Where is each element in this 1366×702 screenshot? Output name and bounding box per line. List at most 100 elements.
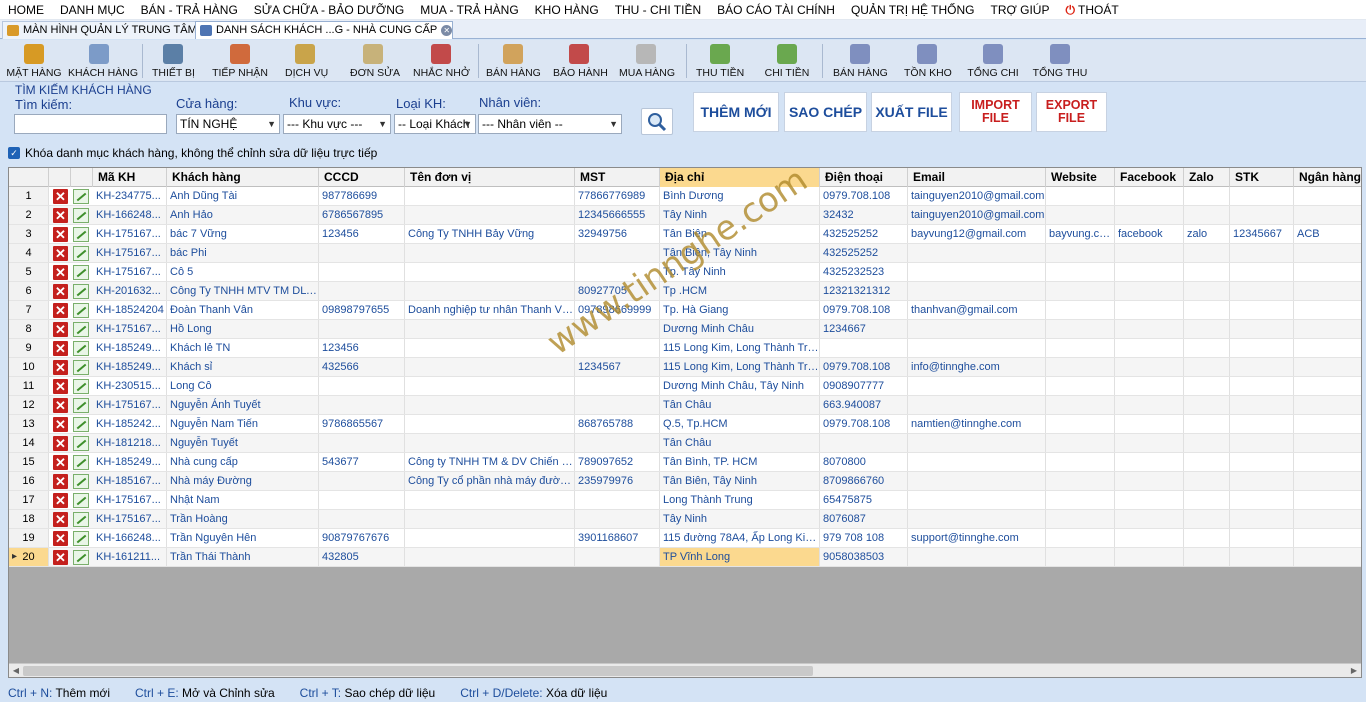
edit-row-icon[interactable] [73, 265, 89, 280]
cell-cccd[interactable] [319, 510, 405, 528]
cell-bank[interactable] [1294, 434, 1361, 452]
cell-phone[interactable]: 432525252 [820, 225, 908, 243]
delete-row-icon[interactable]: ✕ [53, 493, 68, 508]
cell-bank[interactable] [1294, 301, 1361, 319]
cell-email[interactable] [908, 263, 1046, 281]
toolbar-button-6[interactable]: NHẮC NHỞ [413, 42, 470, 80]
cell-addr[interactable]: Dương Minh Châu [660, 320, 820, 338]
cell-web[interactable] [1046, 206, 1115, 224]
cell-phone[interactable]: 0979.708.108 [820, 358, 908, 376]
cell-code[interactable]: KH-175167... [93, 491, 167, 509]
toolbar-button-5[interactable]: ĐƠN SỬA [350, 42, 400, 80]
edit-row-icon[interactable] [73, 436, 89, 451]
cell-stk[interactable] [1230, 358, 1294, 376]
cell-addr[interactable]: Q.5, Tp.HCM [660, 415, 820, 433]
edit-row-icon[interactable] [73, 208, 89, 223]
menu-item-0[interactable]: HOME [0, 0, 52, 20]
cell-unit[interactable] [405, 415, 575, 433]
cell-fb[interactable] [1115, 358, 1184, 376]
cell-web[interactable] [1046, 434, 1115, 452]
cell-email[interactable]: tainguyen2010@gmail.com [908, 206, 1046, 224]
cell-name[interactable]: Long Cô [167, 377, 319, 395]
cell-web[interactable] [1046, 453, 1115, 471]
cell-code[interactable]: KH-185242... [93, 415, 167, 433]
table-row[interactable]: 2 ✕ KH-166248... Anh Hảo 6786567895 123456665… [9, 206, 1361, 225]
menu-item-9[interactable]: TRỢ GIÚP [983, 0, 1058, 20]
cell-addr[interactable]: 115 Long Kim, Long Thành Tru... [660, 358, 820, 376]
edit-row-icon[interactable] [73, 303, 89, 318]
cell-fb[interactable] [1115, 453, 1184, 471]
table-row[interactable]: 1 ✕ KH-234775... Anh Dũng Tài 987786699 77866… [9, 187, 1361, 206]
edit-row-icon[interactable] [73, 398, 89, 413]
cell-stk[interactable] [1230, 244, 1294, 262]
cell-email[interactable] [908, 510, 1046, 528]
cell-email[interactable] [908, 377, 1046, 395]
cell-bank[interactable] [1294, 548, 1361, 566]
cell-cccd[interactable] [319, 472, 405, 490]
cell-mst[interactable]: 77866776989 [575, 187, 660, 205]
cell-mst[interactable]: 235979976 [575, 472, 660, 490]
cell-cccd[interactable]: 9786865567 [319, 415, 405, 433]
cell-name[interactable]: Công Ty TNHH MTV TM DL K... [167, 282, 319, 300]
cell-mst[interactable]: 3901168607 [575, 529, 660, 547]
cell-zalo[interactable] [1184, 396, 1230, 414]
cell-cccd[interactable]: 543677 [319, 453, 405, 471]
cell-email[interactable]: namtien@tinnghe.com [908, 415, 1046, 433]
cell-code[interactable]: KH-175167... [93, 263, 167, 281]
cell-cccd[interactable]: 432566 [319, 358, 405, 376]
cell-bank[interactable] [1294, 396, 1361, 414]
cell-phone[interactable]: 663.940087 [820, 396, 908, 414]
cell-cccd[interactable] [319, 282, 405, 300]
delete-row-icon[interactable]: ✕ [53, 417, 68, 432]
cell-cccd[interactable]: 90879767676 [319, 529, 405, 547]
cell-addr[interactable]: 115 đường 78A4, Ấp Long Kim,... [660, 529, 820, 547]
table-row[interactable]: 13 ✕ KH-185242... Nguyễn Nam Tiến 9786865567… [9, 415, 1361, 434]
cell-stk[interactable] [1230, 472, 1294, 490]
cell-unit[interactable]: Công ty TNHH TM & DV Chiến Hữu [405, 453, 575, 471]
cell-name[interactable]: Nguyễn Nam Tiến [167, 415, 319, 433]
cell-addr[interactable]: Tp. Hà Giang [660, 301, 820, 319]
cell-unit[interactable] [405, 396, 575, 414]
table-row[interactable]: 7 ✕ KH-18524204 Đoàn Thanh Vân 09898797655 Do… [9, 301, 1361, 320]
cell-fb[interactable] [1115, 510, 1184, 528]
cell-stk[interactable] [1230, 434, 1294, 452]
cell-cccd[interactable]: 123456 [319, 339, 405, 357]
cell-bank[interactable] [1294, 244, 1361, 262]
cell-unit[interactable] [405, 206, 575, 224]
cell-bank[interactable] [1294, 320, 1361, 338]
cell-email[interactable] [908, 434, 1046, 452]
edit-row-icon[interactable] [73, 531, 89, 546]
cell-email[interactable]: tainguyen2010@gmail.com [908, 187, 1046, 205]
table-row[interactable]: 19 ✕ KH-166248... Trần Nguyên Hên 9087976767… [9, 529, 1361, 548]
delete-row-icon[interactable]: ✕ [53, 398, 68, 413]
cell-fb[interactable] [1115, 377, 1184, 395]
cell-phone[interactable]: 4325232523 [820, 263, 908, 281]
cell-unit[interactable] [405, 282, 575, 300]
cell-fb[interactable] [1115, 415, 1184, 433]
horizontal-scrollbar[interactable]: ◀ ▶ [9, 663, 1361, 677]
cell-phone[interactable]: 0979.708.108 [820, 301, 908, 319]
cell-stk[interactable] [1230, 320, 1294, 338]
cell-fb[interactable] [1115, 491, 1184, 509]
cell-stk[interactable] [1230, 206, 1294, 224]
cell-cccd[interactable] [319, 263, 405, 281]
cell-web[interactable]: bayvung.co... [1046, 225, 1115, 243]
column-header-name[interactable]: Khách hàng [167, 168, 319, 187]
cell-unit[interactable] [405, 358, 575, 376]
cell-bank[interactable] [1294, 453, 1361, 471]
cell-name[interactable]: Anh Dũng Tài [167, 187, 319, 205]
keyword-input[interactable] [14, 114, 167, 134]
cell-phone[interactable]: 432525252 [820, 244, 908, 262]
cell-addr[interactable]: 115 Long Kim, Long Thành Tru... [660, 339, 820, 357]
menu-item-3[interactable]: SỬA CHỮA - BẢO DƯỠNG [246, 0, 412, 20]
cell-name[interactable]: Nguyễn Tuyết [167, 434, 319, 452]
edit-row-icon[interactable] [73, 493, 89, 508]
cell-zalo[interactable] [1184, 472, 1230, 490]
cell-name[interactable]: Hồ Long [167, 320, 319, 338]
edit-row-icon[interactable] [73, 246, 89, 261]
cell-email[interactable] [908, 453, 1046, 471]
cell-bank[interactable] [1294, 529, 1361, 547]
cell-mst[interactable] [575, 396, 660, 414]
cell-code[interactable]: KH-175167... [93, 244, 167, 262]
cell-addr[interactable]: Tp .HCM [660, 282, 820, 300]
